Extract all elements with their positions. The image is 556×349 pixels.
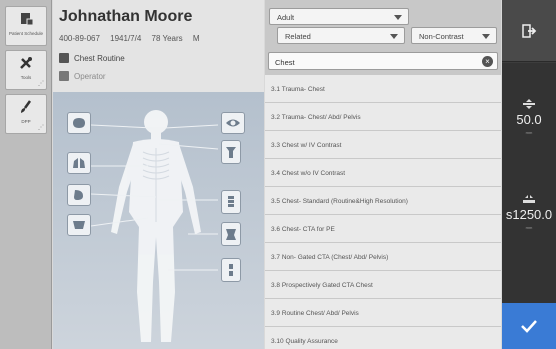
- patient-panel: Johnathan Moore 400-89-067 1941/7/4 78 Y…: [53, 0, 264, 92]
- exit-icon: [522, 23, 537, 38]
- extremities-button[interactable]: [221, 258, 241, 282]
- list-item[interactable]: 3.2 Trauma- Chest/ Abd/ Pelvis: [265, 103, 501, 131]
- slice-thickness-value: 50.0: [516, 112, 542, 127]
- operator-label: Operator: [74, 71, 106, 81]
- chevron-down-icon: [394, 15, 402, 20]
- more-indicator-icon: ⋰: [38, 125, 44, 131]
- age-group-value: Adult: [277, 13, 295, 22]
- list-item[interactable]: 3.5 Chest- Standard (Routine&High Resolu…: [265, 187, 501, 215]
- protocol-icon: [59, 53, 69, 63]
- stomach-icon: [74, 190, 83, 200]
- tools-button[interactable]: Tools ⋰: [5, 50, 47, 90]
- lumbar-icon: [226, 229, 236, 240]
- chevron-down-icon: [482, 34, 490, 39]
- exit-button[interactable]: [502, 0, 556, 62]
- protocol-row: Chest Routine: [59, 53, 125, 63]
- relation-select[interactable]: Related: [277, 27, 405, 44]
- scan-length-unit: mm: [525, 225, 533, 230]
- search-value: Chest: [275, 58, 295, 67]
- patient-name: Johnathan Moore: [59, 8, 193, 25]
- left-nav: Patient Schedule Tools ⋰ DPP ⋰: [0, 0, 52, 349]
- spine-icon: [228, 196, 234, 207]
- relation-value: Related: [285, 32, 311, 41]
- scan-parameters: 50.0 mm s1250.0 mm: [502, 63, 556, 303]
- operator-icon: [59, 71, 69, 81]
- brain-icon: [73, 118, 85, 128]
- list-item[interactable]: 3.10 Quality Assurance: [265, 327, 501, 349]
- list-item[interactable]: 3.4 Chest w/o IV Contrast: [265, 159, 501, 187]
- pelvis-icon: [73, 221, 85, 229]
- patient-sex: M: [192, 34, 200, 43]
- right-panel: 50.0 mm s1250.0 mm: [502, 0, 556, 349]
- lungs-icon: [73, 158, 85, 168]
- body-map-background: [53, 92, 264, 349]
- contrast-value: Non-Contrast: [419, 32, 464, 41]
- clear-search-icon[interactable]: ×: [482, 56, 493, 67]
- confirm-button[interactable]: [502, 303, 556, 349]
- more-indicator-icon: ⋰: [38, 81, 44, 87]
- eye-button[interactable]: [221, 112, 245, 134]
- abdomen-button[interactable]: [67, 184, 91, 206]
- scan-length-control[interactable]: s1250.0 mm: [502, 194, 556, 230]
- protocol-search-input[interactable]: Chest ×: [268, 52, 498, 70]
- dpp-button[interactable]: DPP ⋰: [5, 94, 47, 134]
- patient-age: 78 Years: [151, 34, 183, 43]
- brain-button[interactable]: [67, 112, 91, 134]
- scan-length-icon: [523, 195, 535, 203]
- lungs-button[interactable]: [67, 152, 91, 174]
- list-item[interactable]: 3.8 Prospectively Gated CTA Chest: [265, 271, 501, 299]
- list-item[interactable]: 3.3 Chest w/ IV Contrast: [265, 131, 501, 159]
- brush-icon: [16, 99, 36, 117]
- pelvis-button[interactable]: [67, 214, 91, 236]
- knee-icon: [229, 264, 233, 276]
- patient-meta: 400-89-067 1941/7/4 78 Years M: [59, 34, 208, 43]
- neck-button[interactable]: [221, 140, 241, 164]
- protocol-list: 3.1 Trauma- Chest 3.2 Trauma- Chest/ Abd…: [265, 75, 501, 349]
- nav-label-patient-schedule: Patient Schedule: [8, 31, 44, 36]
- spine-button[interactable]: [221, 190, 241, 214]
- list-item[interactable]: 3.1 Trauma- Chest: [265, 75, 501, 103]
- list-item[interactable]: 3.9 Routine Chest/ Abd/ Pelvis: [265, 299, 501, 327]
- chevron-down-icon: [390, 34, 398, 39]
- slice-thickness-control[interactable]: 50.0 mm: [502, 99, 556, 135]
- tools-icon: [16, 55, 36, 73]
- contrast-select[interactable]: Non-Contrast: [411, 27, 497, 44]
- checkmark-icon: [521, 320, 537, 333]
- operator-row[interactable]: Operator: [59, 71, 106, 81]
- list-item[interactable]: 3.6 Chest- CTA for PE: [265, 215, 501, 243]
- patient-schedule-button[interactable]: Patient Schedule: [5, 6, 47, 46]
- protocol-name: Chest Routine: [74, 53, 125, 63]
- patient-dob: 1941/7/4: [110, 34, 142, 43]
- list-item[interactable]: 3.7 Non- Gated CTA (Chest/ Abd/ Pelvis): [265, 243, 501, 271]
- lumbar-button[interactable]: [221, 222, 241, 246]
- scan-length-value: s1250.0: [505, 207, 553, 222]
- neck-spine-icon: [226, 147, 236, 158]
- slice-thickness-unit: mm: [525, 130, 533, 135]
- app-root: Patient Schedule Tools ⋰ DPP ⋰ Johnathan…: [0, 0, 556, 349]
- patient-id: 400-89-067: [59, 34, 100, 43]
- calendar-icon: [16, 11, 36, 29]
- eye-icon: [226, 119, 240, 127]
- slice-thickness-icon: [523, 99, 535, 109]
- age-group-select[interactable]: Adult: [269, 8, 409, 25]
- body-map: [53, 92, 264, 349]
